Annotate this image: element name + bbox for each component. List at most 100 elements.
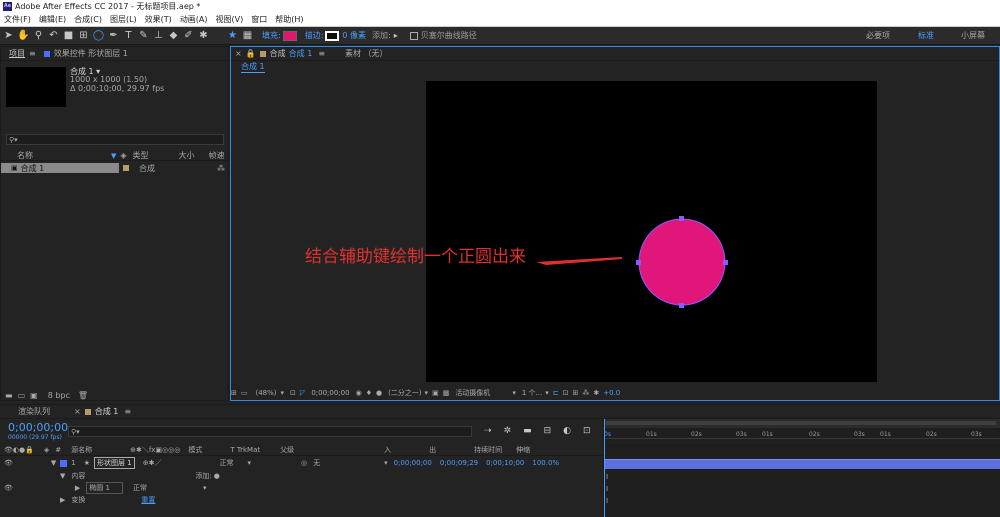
comp-breadcrumb[interactable]: 合成 1 (241, 61, 265, 73)
type-tool-icon[interactable]: T (122, 29, 135, 42)
fast-preview-icon[interactable]: ⊏ (553, 389, 559, 397)
lock-icon[interactable]: 🔒 (246, 49, 256, 58)
camera-dropdown-icon[interactable]: ▾ (512, 389, 516, 397)
layer-duration[interactable]: 0;00;10;00 (486, 459, 524, 467)
layer-label-swatch[interactable] (60, 459, 68, 467)
zoom-tool-icon[interactable]: ⚲ (32, 29, 45, 42)
tab-composition-name[interactable]: 合成 1 (289, 48, 313, 59)
layer-parent[interactable]: 无 (313, 458, 320, 468)
transparency-grid-icon[interactable]: ▩ (443, 389, 450, 397)
contents-row[interactable]: ▼ 内容 添加: ● (0, 470, 603, 482)
views-dropdown-icon[interactable]: ▾ (545, 389, 549, 397)
timeline-track-area[interactable]: 0s 01s 02s 03s 01s 02s 03s 01s 02s 03s I… (603, 419, 1000, 517)
pan-behind-tool-icon[interactable]: ⊞ (77, 29, 90, 42)
clone-stamp-tool-icon[interactable]: ⊥ (152, 29, 165, 42)
menu-file[interactable]: 文件(F) (4, 14, 31, 25)
expand-arrow-icon[interactable]: ▼ (51, 459, 56, 467)
bezier-checkbox[interactable] (409, 31, 418, 40)
col-type[interactable]: 类型 (133, 150, 179, 161)
resolution-dropdown-icon[interactable]: ▾ (425, 389, 429, 397)
parent-dropdown-icon[interactable]: ▾ (384, 459, 388, 467)
mask-visibility-icon[interactable]: ◸ (300, 389, 305, 397)
col-duration[interactable]: 持续时间 (474, 445, 502, 455)
layer-switches[interactable]: ⊕✱／ (143, 458, 162, 468)
puppet-tool-icon[interactable]: ✱ (197, 29, 210, 42)
col-mode[interactable]: 模式 (188, 445, 202, 455)
menu-effect[interactable]: 效果(T) (145, 14, 172, 25)
frame-blending-icon[interactable]: ⊟ (544, 426, 552, 436)
mode-dropdown-icon[interactable]: ▾ (247, 459, 251, 467)
preview-icon[interactable]: ⊞ (231, 389, 237, 397)
exposure-icon[interactable]: ✱ (593, 389, 599, 397)
layer-in[interactable]: 0;00;00;00 (394, 459, 432, 467)
reset-link[interactable]: 重置 (141, 495, 155, 505)
col-source-name[interactable]: 源名称 (71, 445, 92, 455)
shy-layers-icon[interactable]: ▬ (523, 426, 532, 436)
exposure-value[interactable]: +0.0 (603, 389, 620, 397)
time-ruler[interactable]: 0s 01s 02s 03s 01s 02s 03s 01s 02s 03s (604, 428, 1000, 446)
comp-flowchart-icon[interactable]: ⊞ (572, 389, 578, 397)
sort-arrow-icon[interactable]: ▼ (111, 152, 116, 160)
timeline-toggle-icon[interactable]: ⊡ (563, 389, 569, 397)
menu-view[interactable]: 视图(V) (216, 14, 244, 25)
tab-render-queue[interactable]: 渲染队列 (18, 406, 50, 417)
close-tab-icon[interactable]: × (74, 407, 81, 416)
roto-brush-tool-icon[interactable]: ✐ (182, 29, 195, 42)
bpc-value[interactable]: 8 bpc (48, 391, 70, 400)
draft-3d-icon[interactable]: ✲ (504, 426, 512, 436)
ellipse-label[interactable]: 椭圆 1 (86, 482, 123, 494)
menu-window[interactable]: 窗口 (251, 14, 267, 25)
color-channel-icon[interactable]: ● (376, 389, 382, 397)
interpret-footage-icon[interactable]: ▬ (5, 391, 13, 400)
flowchart-icon[interactable]: ⁂ (582, 389, 589, 397)
layer-row[interactable]: 👁 ▼ 1 ★ 形状图层 1 ⊕✱／ 正常 ▾ ◎ 无 ▾ 0;00;00;00… (0, 457, 603, 469)
layer-name[interactable]: 形状图层 1 (94, 457, 135, 469)
zoom-dropdown-icon[interactable]: ▾ (281, 389, 285, 397)
timeline-search-input[interactable]: ⚲▾ (68, 426, 472, 437)
project-search-input[interactable]: ⚲▾ (6, 134, 224, 145)
star-icon[interactable]: ★ (226, 29, 239, 42)
col-name[interactable]: 名称 (17, 150, 111, 161)
col-out[interactable]: 出 (429, 445, 436, 455)
ellipse-mode-dropdown-icon[interactable]: ▾ (203, 484, 207, 492)
add-menu-icon[interactable]: ● (214, 472, 220, 480)
col-trkmat[interactable]: T TrkMat (230, 446, 260, 454)
camera-value[interactable]: 活动摄像机 (455, 388, 490, 398)
workspace-essentials[interactable]: 必要项 (866, 30, 890, 41)
tab-footage[interactable]: 素材 （无） (345, 48, 388, 59)
col-in[interactable]: 入 (384, 445, 391, 455)
col-stretch[interactable]: 伸缩 (516, 445, 530, 455)
close-tab-icon[interactable]: × (235, 49, 242, 58)
rotate-tool-icon[interactable]: ↶ (47, 29, 60, 42)
handle-bottom[interactable] (679, 303, 684, 308)
monitor-icon[interactable]: ▭ (241, 389, 248, 397)
show-snapshot-icon[interactable]: ♦ (366, 389, 372, 397)
pen-tool-icon[interactable]: ✒ (107, 29, 120, 42)
viewer-timecode[interactable]: 0;00;00;00 (311, 389, 349, 397)
stroke-width-value[interactable]: 0 像素 (342, 30, 366, 41)
timeline-timecode[interactable]: 0;00;00;00 (8, 421, 68, 434)
parent-pickwhip-icon[interactable]: ◎ (301, 459, 307, 467)
resolution-value[interactable]: (二分之一) (388, 388, 421, 398)
add-play-icon[interactable]: ▸ (394, 31, 398, 40)
handle-left[interactable] (636, 260, 641, 265)
transform-expand-icon[interactable]: ▶ (60, 496, 65, 504)
motion-blur-icon[interactable]: ◐ (563, 426, 571, 436)
region-of-interest-icon[interactable]: ▣ (432, 389, 439, 397)
visibility-eye-icon[interactable]: 👁 (4, 484, 13, 492)
layer-out[interactable]: 0;00;09;29 (440, 459, 478, 467)
circle-shape[interactable] (638, 218, 726, 306)
snapshot-icon[interactable]: ◉ (356, 389, 362, 397)
menu-composition[interactable]: 合成(C) (74, 14, 102, 25)
time-navigator[interactable] (604, 419, 1000, 428)
safe-zones-icon[interactable]: ⊡ (290, 389, 296, 397)
hand-tool-icon[interactable]: ✋ (17, 29, 30, 42)
comp-mini-flowchart-icon[interactable]: ⇢ (484, 426, 492, 436)
new-folder-icon[interactable]: ▭ (18, 391, 26, 400)
stroke-color-swatch[interactable] (325, 30, 340, 41)
ellipse-mode[interactable]: 正常 (133, 483, 147, 493)
panel-menu-icon[interactable]: ≡ (124, 407, 131, 416)
panel-menu-icon[interactable]: ≡ (318, 49, 325, 58)
handle-right[interactable] (723, 260, 728, 265)
handle-top[interactable] (679, 216, 684, 221)
